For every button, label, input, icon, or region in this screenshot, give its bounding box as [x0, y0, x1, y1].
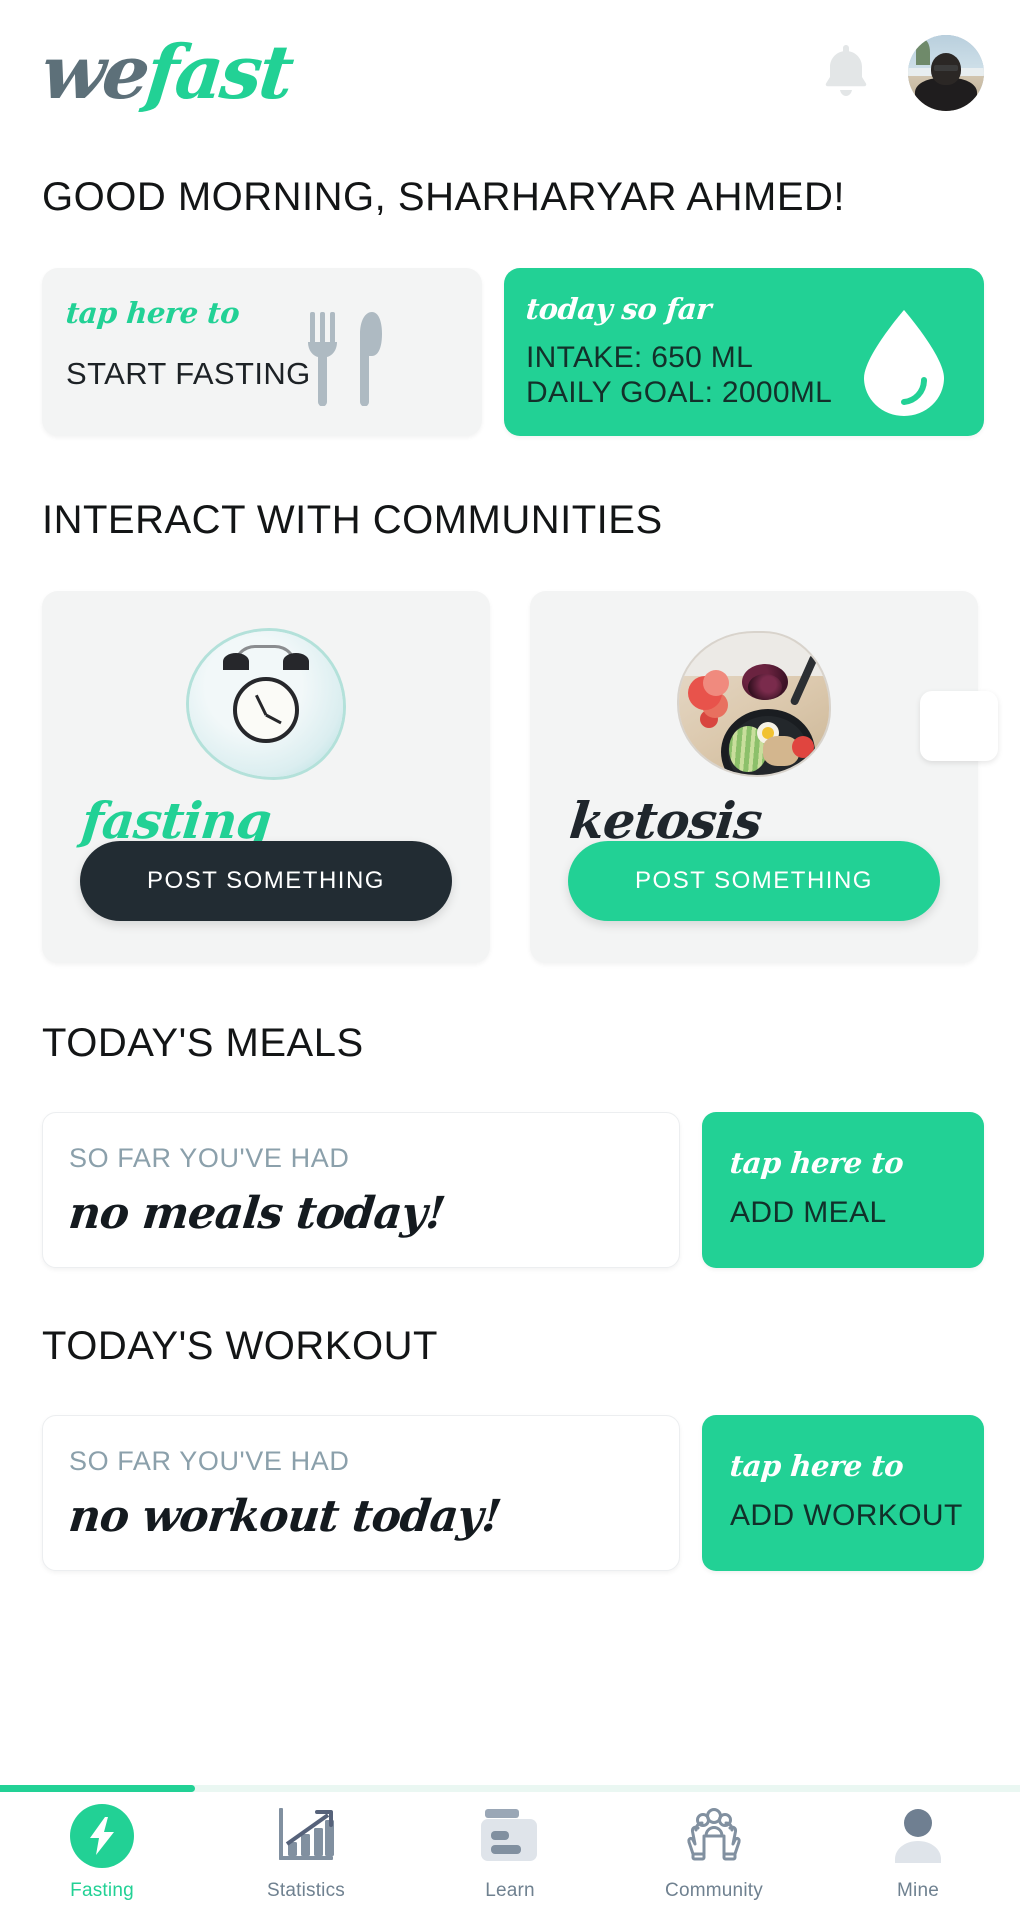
add-meal-tap-label: tap here to [728, 1146, 905, 1180]
add-workout-card[interactable]: tap here to ADD WORKOUT [702, 1415, 984, 1571]
start-fasting-label: START FASTING [66, 356, 311, 391]
workout-summary-card: SO FAR YOU'VE HAD no workout today! [42, 1415, 680, 1571]
wefast-logo: we fast [37, 29, 295, 116]
workout-value: no workout today! [66, 1491, 504, 1542]
post-something-button-fasting[interactable]: POST SOMETHING [80, 841, 452, 921]
water-intake-card[interactable]: today so far INTAKE: 650 ML DAILY GOAL: … [504, 268, 984, 436]
start-fasting-card[interactable]: tap here to START FASTING [42, 268, 482, 436]
scroll-progress-fill [0, 1785, 195, 1792]
bar-chart-arrow-icon [275, 1804, 337, 1868]
add-workout-label: ADD WORKOUT [730, 1499, 963, 1532]
community-card-fasting[interactable]: fasting POST SOMETHING [42, 591, 490, 963]
nav-label-mine: Mine [897, 1880, 939, 1901]
community-card-ketosis[interactable]: ketosis POST SOMETHING [530, 591, 978, 963]
alarm-clock-image [189, 631, 343, 777]
cutlery-icon [298, 310, 390, 411]
communities-row: fasting POST SOMETHING ketosis POST SOME… [0, 543, 1020, 963]
nav-label-community: Community [665, 1880, 763, 1901]
workout-row: SO FAR YOU'VE HAD no workout today! tap … [0, 1369, 1020, 1571]
meals-section-title: TODAY'S MEALS [42, 1021, 364, 1065]
nav-label-fasting: Fasting [70, 1880, 134, 1901]
top-action-row: tap here to START FASTING today so far I… [0, 220, 1020, 436]
avatar[interactable] [908, 34, 984, 111]
lightning-bolt-icon [70, 1804, 134, 1868]
add-meal-card[interactable]: tap here to ADD MEAL [702, 1112, 984, 1268]
logo-we-text: we [37, 29, 152, 116]
keto-food-bowl-image [677, 631, 831, 777]
app-root: we fast GOOD MORNING, SHARHARYAR AHMED! t… [0, 0, 1020, 1930]
nav-label-statistics: Statistics [266, 1880, 346, 1901]
meals-sub-label: SO FAR YOU'VE HAD [69, 1143, 350, 1173]
article-card-icon [479, 1804, 541, 1868]
person-icon [887, 1804, 949, 1868]
workout-section-title: TODAY'S WORKOUT [42, 1324, 438, 1368]
start-fasting-tap-label: tap here to [64, 296, 241, 330]
app-header: we fast [0, 0, 1020, 145]
meals-row: SO FAR YOU'VE HAD no meals today! tap he… [0, 1066, 1020, 1268]
header-actions [820, 34, 984, 111]
add-workout-tap-label: tap here to [728, 1449, 905, 1483]
hands-people-icon [682, 1804, 746, 1868]
meals-value: no meals today! [66, 1188, 448, 1239]
bottom-navigation: Fasting Statistics Learn Community Mine [0, 1792, 1020, 1930]
bell-icon[interactable] [820, 41, 872, 104]
nav-label-learn: Learn [485, 1880, 535, 1901]
scroll-progress-bar[interactable] [0, 1785, 1020, 1792]
water-card-title: today so far [524, 292, 713, 326]
workout-sub-label: SO FAR YOU'VE HAD [69, 1446, 350, 1476]
nav-item-mine[interactable]: Mine [816, 1804, 1020, 1902]
post-something-button-ketosis[interactable]: POST SOMETHING [568, 841, 940, 921]
nav-item-learn[interactable]: Learn [408, 1804, 612, 1902]
greeting-text: GOOD MORNING, SHARHARYAR AHMED! [42, 175, 845, 219]
nav-item-statistics[interactable]: Statistics [204, 1804, 408, 1902]
water-droplet-icon [858, 308, 950, 421]
community-card-next-peek[interactable] [920, 691, 998, 761]
meals-summary-card: SO FAR YOU'VE HAD no meals today! [42, 1112, 680, 1268]
nav-item-fasting[interactable]: Fasting [0, 1804, 204, 1902]
nav-item-community[interactable]: Community [612, 1804, 816, 1902]
add-meal-label: ADD MEAL [730, 1196, 887, 1229]
communities-section-title: INTERACT WITH COMMUNITIES [42, 498, 663, 542]
logo-fast-text: fast [142, 29, 295, 116]
